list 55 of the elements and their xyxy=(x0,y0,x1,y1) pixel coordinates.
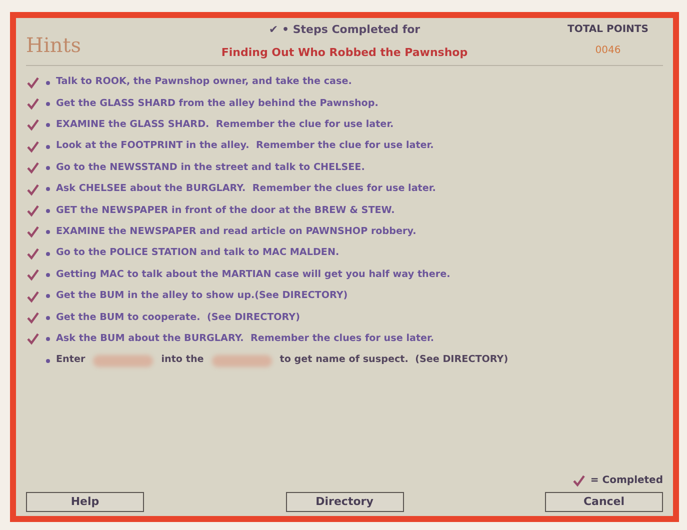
checkmark-icon xyxy=(572,474,586,488)
window-title: Hints xyxy=(26,32,82,59)
points-value: 0046 xyxy=(595,44,621,58)
checkmark-icon xyxy=(26,182,40,196)
bullet-icon xyxy=(46,80,50,84)
bullet-icon xyxy=(46,230,50,234)
checkmark-icon xyxy=(26,268,40,282)
checkmark-icon xyxy=(26,310,40,325)
bullet-icon xyxy=(46,358,50,363)
bullet-icon xyxy=(46,252,50,256)
task-title: Finding Out Who Robbed the Pawnshop xyxy=(221,44,468,60)
obscured-text xyxy=(93,354,154,367)
step-text: GET the NEWSPAPER in front of the door at the BREW & STEW. xyxy=(56,204,395,218)
checkmark-icon xyxy=(26,76,40,90)
checkmark-icon xyxy=(26,161,40,176)
step-text: EXAMINE the NEWSPAPER and read article on PAWNSHOP robbery. xyxy=(56,225,416,240)
legend-text: = Completed xyxy=(590,474,663,488)
checkmark-icon xyxy=(26,96,40,111)
obscured-text xyxy=(212,354,272,367)
bullet-icon xyxy=(46,208,50,213)
step-text: Talk to ROOK, the Pawnshop owner, and take the case. xyxy=(56,75,352,90)
bullet-icon xyxy=(46,144,50,149)
legend-heading: ✔ • Steps Completed for xyxy=(268,22,420,38)
bullet-icon xyxy=(46,123,50,128)
step-text: Get the BUM to cooperate. (See DIRECTORY) xyxy=(56,310,300,325)
checkmark-icon xyxy=(26,332,40,346)
step-text: Get the GLASS SHARD from the alley behind the Pawnshop. xyxy=(56,96,378,111)
checkmark-icon xyxy=(26,225,40,240)
checkmark-icon xyxy=(26,289,40,304)
step-text: to get name of suspect. (See DIRECTORY) xyxy=(280,353,508,368)
dialog-button[interactable]: Directory xyxy=(286,492,404,512)
step-text: Ask CHELSEE about the BURGLARY. Remember the clues for use later. xyxy=(56,182,436,196)
bullet-icon xyxy=(46,337,50,342)
step-text: Get the BUM in the alley to show up.(See DIRECTORY) xyxy=(56,289,348,304)
step-text: EXAMINE the GLASS SHARD. Remember the clue for use later. xyxy=(56,118,394,132)
dialog-button[interactable]: Cancel xyxy=(545,492,663,512)
bullet-icon xyxy=(46,187,50,192)
step-text: Go to the NEWSSTAND in the street and talk to CHELSEE. xyxy=(56,160,365,175)
step-text: Enter xyxy=(56,353,86,368)
step-text: into the xyxy=(161,353,204,368)
checkmark-icon xyxy=(26,140,40,154)
step-text: Look at the FOOTPRINT in the alley. Remember the clue for use later. xyxy=(56,139,434,154)
points-label: TOTAL POINTS xyxy=(568,23,648,37)
checkmark-icon xyxy=(26,204,40,218)
step-text: Ask the BUM about the BURGLARY. Remember the clues for use later. xyxy=(56,332,434,346)
bullet-icon xyxy=(46,273,50,278)
bullet-icon xyxy=(46,316,50,320)
bullet-icon xyxy=(46,102,50,106)
checkmark-icon xyxy=(26,118,40,132)
step-text: Go to the POLICE STATION and talk to MAC MALDEN. xyxy=(56,246,340,260)
bullet-icon xyxy=(46,294,50,298)
step-text: Getting MAC to talk about the MARTIAN case will get you half way there. xyxy=(56,268,450,282)
checkmark-icon xyxy=(26,246,40,261)
bullet-icon xyxy=(46,166,50,170)
dialog-button[interactable]: Help xyxy=(26,492,144,512)
